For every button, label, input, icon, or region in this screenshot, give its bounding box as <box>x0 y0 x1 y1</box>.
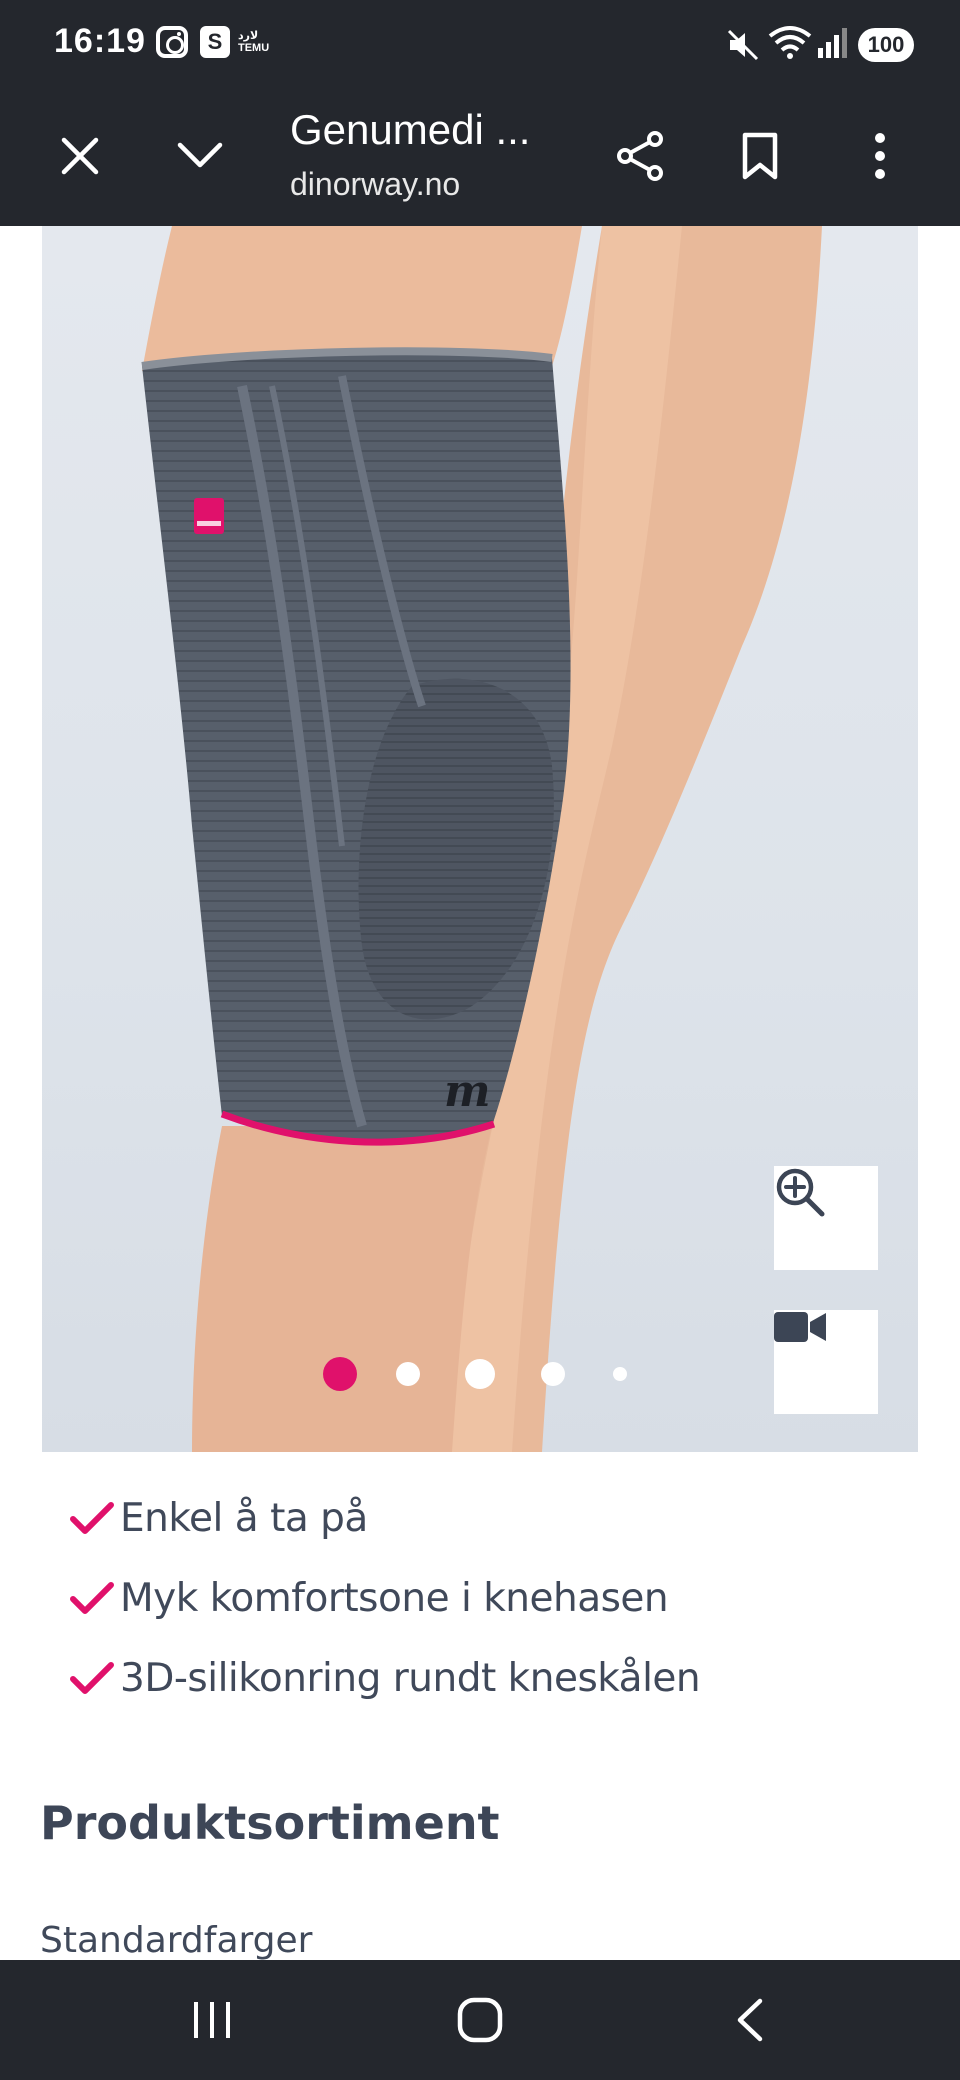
instagram-icon <box>156 26 188 58</box>
recents-icon[interactable] <box>172 1990 252 2050</box>
home-icon[interactable] <box>440 1990 520 2050</box>
close-icon[interactable] <box>48 124 112 188</box>
status-time: 16:19 <box>54 22 146 60</box>
temu-icon: لارد TEMU <box>238 30 270 54</box>
wifi-icon <box>768 24 812 65</box>
s-app-icon: S <box>200 26 230 58</box>
mute-icon <box>726 28 760 70</box>
share-icon[interactable] <box>608 124 672 188</box>
carousel-dot-2[interactable] <box>396 1362 420 1386</box>
feature-text: 3D-silikonring rundt kneskålen <box>120 1656 701 1701</box>
carousel-dot-1[interactable] <box>323 1357 357 1391</box>
page-url[interactable]: dinorway.no <box>290 166 460 203</box>
checkmark-icon <box>70 1502 114 1541</box>
signal-icon <box>818 28 848 63</box>
carousel-dot-4[interactable] <box>541 1362 565 1386</box>
carousel-dot-5[interactable] <box>613 1367 627 1381</box>
system-nav-bar <box>0 1960 960 2080</box>
feature-text: Myk komfortsone i knehasen <box>120 1576 669 1621</box>
feature-text: Enkel å ta på <box>120 1496 368 1541</box>
checkmark-icon <box>70 1582 114 1621</box>
carousel-dot-3[interactable] <box>465 1359 495 1389</box>
video-button[interactable] <box>774 1310 878 1414</box>
bookmark-icon[interactable] <box>728 124 792 188</box>
back-icon[interactable] <box>710 1990 790 2050</box>
page-title[interactable]: Genumedi ... <box>290 106 530 154</box>
status-bar: 16:19 S لارد TEMU 100 <box>0 0 960 90</box>
chevron-down-icon[interactable] <box>168 124 232 188</box>
zoom-button[interactable] <box>774 1166 878 1270</box>
section-title: Produktsortiment <box>40 1796 500 1850</box>
section-subtitle: Standardfarger <box>40 1920 313 1961</box>
browser-toolbar: Genumedi ... dinorway.no <box>0 90 960 226</box>
battery-icon: 100 <box>858 28 914 62</box>
product-image[interactable]: m <box>42 226 918 1452</box>
checkmark-icon <box>70 1662 114 1701</box>
more-icon[interactable] <box>848 124 912 188</box>
